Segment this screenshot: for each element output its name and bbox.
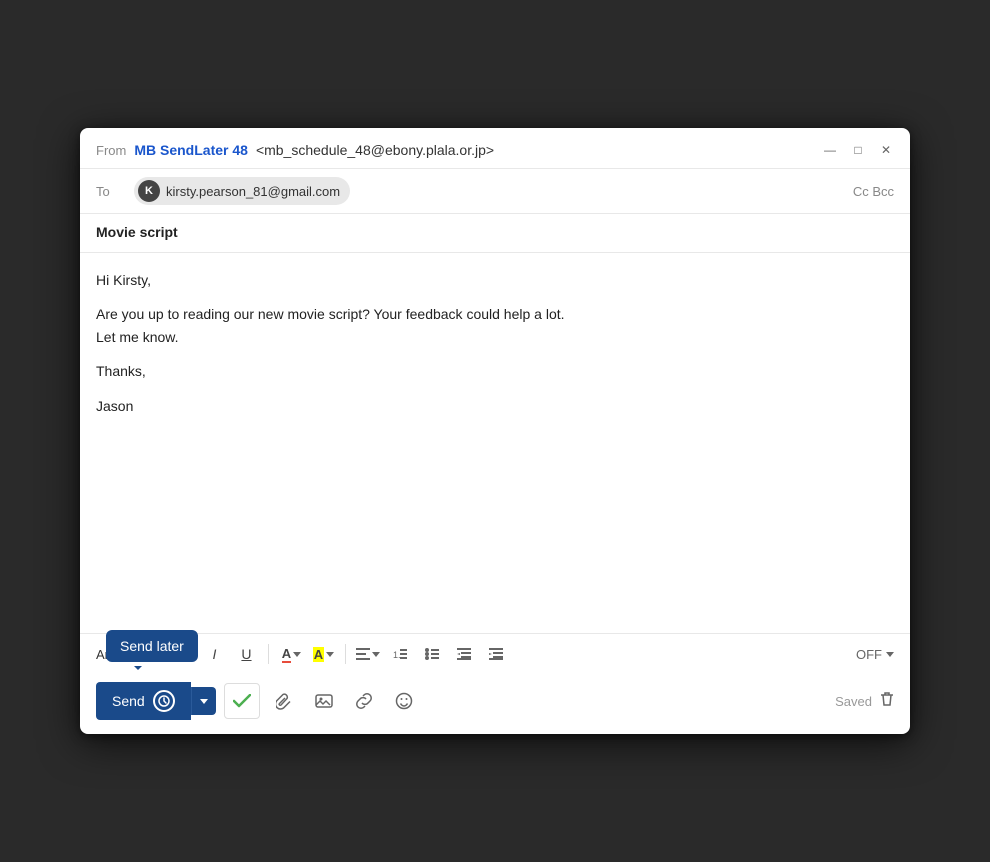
action-bar: Send later Send <box>80 674 910 734</box>
sender-email: <mb_schedule_48@ebony.plala.or.jp> <box>256 142 494 158</box>
maximize-button[interactable]: □ <box>850 142 866 158</box>
unordered-list-button[interactable] <box>418 640 446 668</box>
email-body[interactable]: Hi Kirsty, Are you up to reading our new… <box>80 253 910 633</box>
image-icon[interactable] <box>308 685 340 717</box>
link-icon[interactable] <box>348 685 380 717</box>
signature: Jason <box>96 395 894 417</box>
off-toggle[interactable]: OFF <box>856 647 894 662</box>
subject-row: Movie script <box>80 214 910 253</box>
recipient-email: kirsty.pearson_81@gmail.com <box>166 184 340 199</box>
decrease-indent-button[interactable] <box>450 640 478 668</box>
check-button[interactable] <box>224 683 260 719</box>
body-paragraph1: Are you up to reading our new movie scri… <box>96 303 894 348</box>
send-clock-icon <box>153 690 175 712</box>
svg-text:1.: 1. <box>393 650 401 660</box>
send-later-tooltip: Send later <box>106 630 198 662</box>
recipient-chip[interactable]: K kirsty.pearson_81@gmail.com <box>134 177 350 205</box>
window-controls: — □ ✕ <box>822 142 894 158</box>
compose-window: From MB SendLater 48 <mb_schedule_48@ebo… <box>80 128 910 734</box>
font-color-button[interactable]: A <box>277 640 305 668</box>
highlight-color-button[interactable]: A <box>309 640 337 668</box>
toolbar-separator-1 <box>268 644 269 664</box>
body-closing: Thanks, <box>96 360 894 382</box>
increase-indent-button[interactable] <box>482 640 510 668</box>
sender-name: MB SendLater 48 <box>134 142 248 158</box>
greeting: Hi Kirsty, <box>96 269 894 291</box>
send-button-group: Send later Send <box>96 682 216 720</box>
title-bar: From MB SendLater 48 <mb_schedule_48@ebo… <box>80 128 910 169</box>
send-button[interactable]: Send <box>96 682 191 720</box>
to-label: To <box>96 184 126 199</box>
italic-button[interactable]: I <box>200 640 228 668</box>
underline-button[interactable]: U <box>232 640 260 668</box>
close-button[interactable]: ✕ <box>878 142 894 158</box>
attachment-icon[interactable] <box>268 685 300 717</box>
subject-text: Movie script <box>96 224 178 240</box>
to-row: To K kirsty.pearson_81@gmail.com Cc Bcc <box>80 169 910 214</box>
delete-button[interactable] <box>880 691 894 712</box>
minimize-button[interactable]: — <box>822 142 838 158</box>
send-dropdown-button[interactable] <box>191 687 216 715</box>
saved-label: Saved <box>835 691 894 712</box>
cc-bcc-button[interactable]: Cc Bcc <box>853 184 894 199</box>
from-label: From <box>96 143 126 158</box>
title-bar-left: From MB SendLater 48 <mb_schedule_48@ebo… <box>96 142 494 158</box>
toolbar-separator-2 <box>345 644 346 664</box>
align-button[interactable] <box>354 640 382 668</box>
formatting-toolbar: Arial 10 B I U A A <box>80 633 910 674</box>
ordered-list-button[interactable]: 1. <box>386 640 414 668</box>
recipient-avatar: K <box>138 180 160 202</box>
emoji-icon[interactable] <box>388 685 420 717</box>
